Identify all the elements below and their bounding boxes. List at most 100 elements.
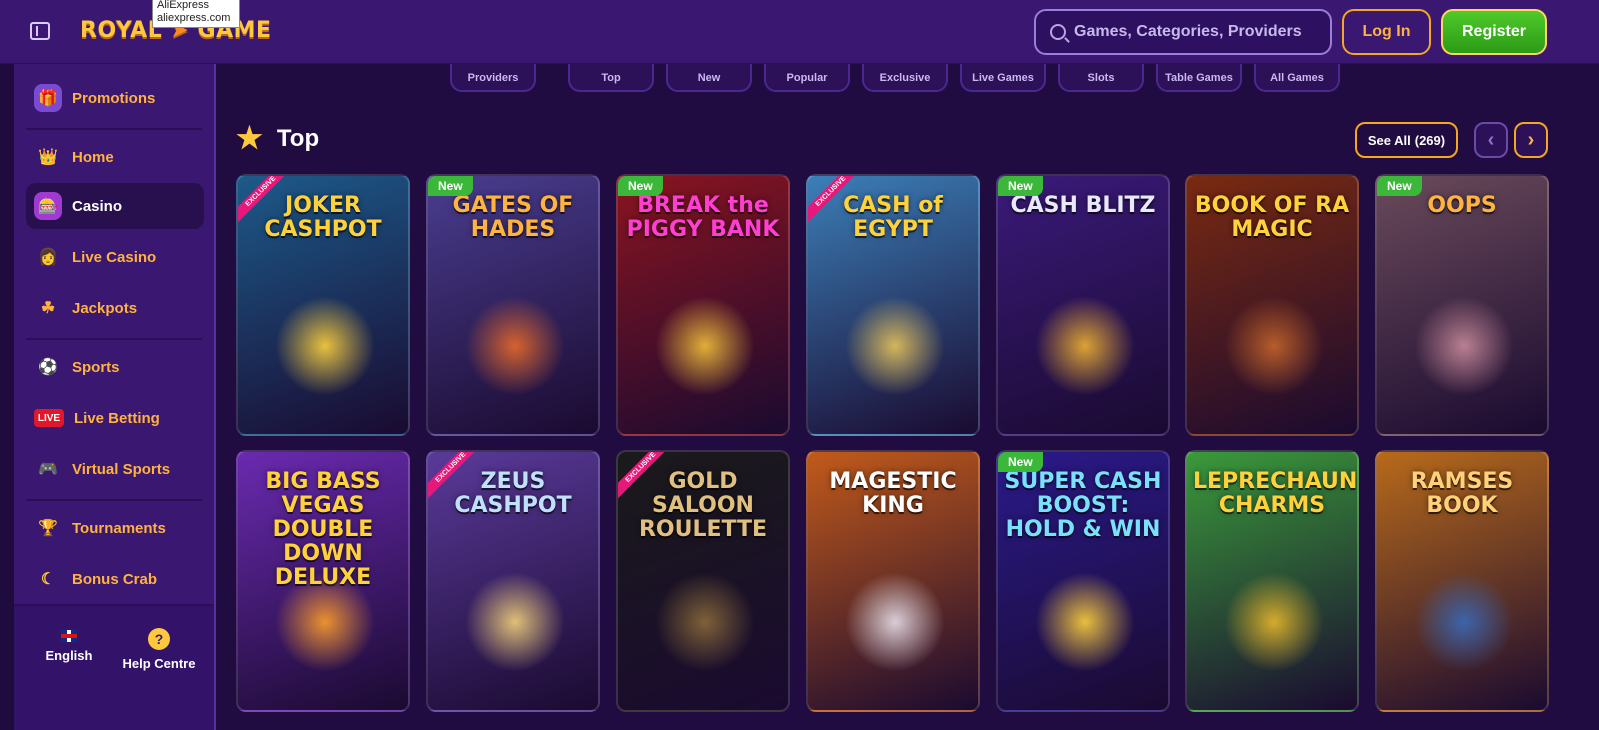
sidebar-item-jackpots[interactable]: ☘ Jackpots	[26, 285, 204, 331]
crown-icon: 👑	[38, 149, 58, 166]
star-icon: ★	[236, 122, 263, 155]
game-card[interactable]: CASH BLITZ New	[996, 174, 1170, 436]
language-label: English	[45, 648, 93, 663]
sidebar-item-label: Tournaments	[72, 519, 166, 537]
sidebar-item-label: Bonus Crab	[72, 570, 158, 588]
carousel-next-button[interactable]: ›	[1514, 122, 1548, 158]
sidebar-item-virtual-sports[interactable]: 🎮 Virtual Sports	[26, 446, 204, 492]
game-artwork	[465, 572, 565, 672]
ball-icon: ⚽	[38, 359, 58, 376]
new-badge: New	[618, 176, 663, 196]
sidebar-toggle-icon[interactable]	[30, 22, 50, 40]
carousel-prev-button[interactable]: ‹	[1474, 122, 1508, 158]
section-title: Top	[276, 125, 320, 152]
game-card[interactable]: ZEUS CASHPOT EXCLUSIVE	[426, 450, 600, 712]
help-centre-link[interactable]: ? Help Centre	[114, 628, 204, 671]
game-card[interactable]: BREAK the PIGGY BANK New	[616, 174, 790, 436]
slot-machine-icon: 🎰	[34, 192, 62, 220]
sidebar-item-promotions[interactable]: 🎁 Promotions	[26, 75, 204, 121]
game-artwork	[1035, 296, 1135, 396]
game-artwork	[1224, 296, 1324, 396]
game-card[interactable]: BIG BASS VEGAS DOUBLE DOWN DELUXE	[236, 450, 410, 712]
game-title: CASH of EGYPT	[843, 193, 943, 242]
sidebar-item-live-casino[interactable]: 👩 Live Casino	[26, 234, 204, 280]
sidebar-item-sports[interactable]: ⚽ Sports	[26, 344, 204, 390]
trophy-icon: 🏆	[38, 520, 58, 537]
sidebar-footer: English ? Help Centre	[14, 604, 214, 730]
live-icon: LIVE	[34, 409, 64, 427]
game-title: BREAK the PIGGY BANK	[626, 193, 780, 242]
new-badge: New	[1377, 176, 1422, 196]
game-title: GOLD SALOON ROULETTE	[638, 469, 768, 542]
sidebar-item-label: Casino	[72, 197, 123, 215]
category-tab-all-games[interactable]: All Games	[1254, 64, 1340, 92]
game-card[interactable]: MAGESTIC KING	[806, 450, 980, 712]
sidebar-item-home[interactable]: 👑 Home	[26, 134, 204, 180]
section-header: ★ Top	[236, 124, 319, 154]
help-label: Help Centre	[122, 656, 196, 671]
game-card[interactable]: JOKER CASHPOT EXCLUSIVE	[236, 174, 410, 436]
sidebar-item-casino[interactable]: 🎰 Casino	[26, 183, 204, 229]
category-tab-providers[interactable]: Providers	[450, 64, 536, 92]
sidebar-divider	[26, 128, 202, 130]
game-title: GATES OF HADES	[452, 193, 574, 242]
sidebar-item-label: Sports	[72, 358, 120, 376]
sidebar-item-label: Jackpots	[72, 299, 138, 317]
game-title: BOOK OF RA MAGIC	[1194, 193, 1350, 242]
see-all-button[interactable]: See All (269)	[1355, 122, 1458, 158]
new-badge: New	[998, 176, 1043, 196]
clover-icon: ☘	[40, 300, 56, 317]
dealer-icon: 👩	[38, 249, 58, 266]
sidebar-divider	[26, 499, 202, 501]
sidebar-item-bonus-crab[interactable]: ☾ Bonus Crab	[26, 556, 204, 602]
game-artwork	[1414, 296, 1514, 396]
sidebar-item-tournaments[interactable]: 🏆 Tournaments	[26, 505, 204, 551]
tooltip-title: AliExpress	[157, 0, 209, 11]
game-title: OOPS	[1427, 193, 1497, 218]
game-card[interactable]: BOOK OF RA MAGIC	[1185, 174, 1359, 436]
category-tab-top[interactable]: Top	[568, 64, 654, 92]
game-artwork	[1414, 572, 1514, 672]
see-all-count: (269)	[1414, 132, 1446, 148]
game-artwork	[465, 296, 565, 396]
game-artwork	[845, 296, 945, 396]
search-input[interactable]	[1074, 23, 1324, 41]
new-badge: New	[998, 452, 1043, 472]
category-tab-slots[interactable]: Slots	[1058, 64, 1144, 92]
category-tab-exclusive[interactable]: Exclusive	[862, 64, 948, 92]
game-card[interactable]: GATES OF HADES New	[426, 174, 600, 436]
game-card[interactable]: OOPS New	[1375, 174, 1549, 436]
language-selector[interactable]: English	[24, 630, 114, 663]
sidebar-item-label: Home	[72, 148, 114, 166]
search-box[interactable]	[1034, 9, 1332, 55]
uk-flag-icon	[61, 630, 77, 642]
register-button[interactable]: Register	[1441, 9, 1547, 55]
game-artwork	[655, 572, 755, 672]
game-title: LEPRECHAUN CHARMS	[1193, 469, 1358, 518]
category-tab-live-games[interactable]: Live Games	[960, 64, 1046, 92]
login-button[interactable]: Log In	[1342, 9, 1431, 55]
sidebar-item-live-betting[interactable]: LIVE Live Betting	[26, 395, 204, 441]
game-card[interactable]: RAMSES BOOK	[1375, 450, 1549, 712]
game-artwork	[275, 296, 375, 396]
sidebar-divider	[26, 338, 202, 340]
sidebar-item-label: Live Betting	[74, 409, 160, 427]
game-title: JOKER CASHPOT	[264, 193, 382, 242]
category-tab-new[interactable]: New	[666, 64, 752, 92]
category-tab-table-games[interactable]: Table Games	[1156, 64, 1242, 92]
category-tab-popular[interactable]: Popular	[764, 64, 850, 92]
game-card[interactable]: CASH of EGYPT EXCLUSIVE	[806, 174, 980, 436]
game-card[interactable]: SUPER CASH BOOST: HOLD & WIN New	[996, 450, 1170, 712]
gift-icon: 🎁	[34, 84, 62, 112]
game-card[interactable]: LEPRECHAUN CHARMS	[1185, 450, 1359, 712]
game-title: BIG BASS VEGAS DOUBLE DOWN DELUXE	[265, 469, 381, 590]
game-title: CASH BLITZ	[1010, 193, 1156, 218]
see-all-label: See All	[1367, 132, 1411, 148]
sidebar: 🎁 Promotions 👑 Home 🎰 Casino 👩 Live Casi…	[14, 64, 216, 730]
gamepad-icon: 🎮	[38, 461, 58, 478]
game-artwork	[1035, 572, 1135, 672]
game-card[interactable]: GOLD SALOON ROULETTE EXCLUSIVE	[616, 450, 790, 712]
game-title: MAGESTIC KING	[829, 469, 957, 518]
tooltip-url: aliexpress.com	[157, 12, 231, 24]
game-artwork	[1224, 572, 1324, 672]
